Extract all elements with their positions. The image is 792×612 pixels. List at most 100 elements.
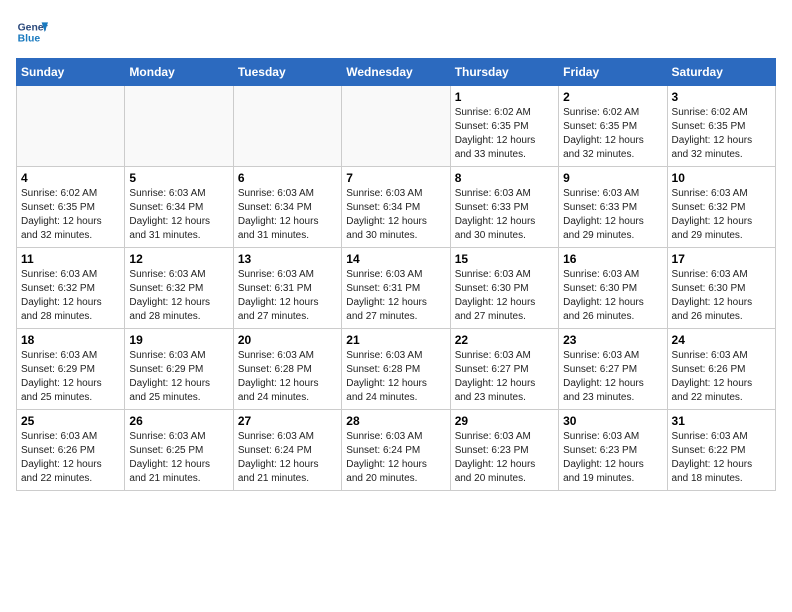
week-row-3: 11 Sunrise: 6:03 AM Sunset: 6:32 PM Dayli… (17, 248, 776, 329)
column-header-saturday: Saturday (667, 59, 775, 86)
day-number: 28 (346, 414, 445, 428)
day-info: Sunrise: 6:02 AM Sunset: 6:35 PM Dayligh… (672, 106, 771, 162)
day-number: 31 (672, 414, 771, 428)
day-number: 11 (21, 252, 120, 266)
day-cell: 18 Sunrise: 6:03 AM Sunset: 6:29 PM Dayli… (17, 329, 125, 410)
day-number: 9 (563, 171, 662, 185)
logo: General Blue (16, 16, 48, 48)
day-cell: 9 Sunrise: 6:03 AM Sunset: 6:33 PM Daylig… (559, 167, 667, 248)
day-number: 21 (346, 333, 445, 347)
column-header-sunday: Sunday (17, 59, 125, 86)
day-info: Sunrise: 6:03 AM Sunset: 6:32 PM Dayligh… (672, 187, 771, 243)
day-info: Sunrise: 6:03 AM Sunset: 6:34 PM Dayligh… (129, 187, 228, 243)
day-cell: 16 Sunrise: 6:03 AM Sunset: 6:30 PM Dayli… (559, 248, 667, 329)
day-number: 27 (238, 414, 337, 428)
day-number: 16 (563, 252, 662, 266)
day-info: Sunrise: 6:03 AM Sunset: 6:24 PM Dayligh… (346, 430, 445, 486)
day-info: Sunrise: 6:03 AM Sunset: 6:28 PM Dayligh… (346, 349, 445, 405)
day-number: 22 (455, 333, 554, 347)
day-cell: 26 Sunrise: 6:03 AM Sunset: 6:25 PM Dayli… (125, 410, 233, 491)
day-number: 25 (21, 414, 120, 428)
day-number: 14 (346, 252, 445, 266)
day-info: Sunrise: 6:03 AM Sunset: 6:30 PM Dayligh… (455, 268, 554, 324)
day-cell: 13 Sunrise: 6:03 AM Sunset: 6:31 PM Dayli… (233, 248, 341, 329)
week-row-4: 18 Sunrise: 6:03 AM Sunset: 6:29 PM Dayli… (17, 329, 776, 410)
week-row-5: 25 Sunrise: 6:03 AM Sunset: 6:26 PM Dayli… (17, 410, 776, 491)
day-info: Sunrise: 6:03 AM Sunset: 6:26 PM Dayligh… (21, 430, 120, 486)
page-header: General Blue (16, 16, 776, 48)
week-row-1: 1 Sunrise: 6:02 AM Sunset: 6:35 PM Daylig… (17, 86, 776, 167)
column-header-friday: Friday (559, 59, 667, 86)
day-cell: 6Sunrise: 6:03 AM Sunset: 6:34 PM Daylig… (233, 167, 341, 248)
day-cell: 3 Sunrise: 6:02 AM Sunset: 6:35 PM Daylig… (667, 86, 775, 167)
column-header-tuesday: Tuesday (233, 59, 341, 86)
day-number: 18 (21, 333, 120, 347)
day-cell: 22 Sunrise: 6:03 AM Sunset: 6:27 PM Dayli… (450, 329, 558, 410)
day-cell: 15 Sunrise: 6:03 AM Sunset: 6:30 PM Dayli… (450, 248, 558, 329)
day-info: Sunrise: 6:03 AM Sunset: 6:29 PM Dayligh… (129, 349, 228, 405)
day-info: Sunrise: 6:02 AM Sunset: 6:35 PM Dayligh… (455, 106, 554, 162)
day-info: Sunrise: 6:03 AM Sunset: 6:22 PM Dayligh… (672, 430, 771, 486)
day-info: Sunrise: 6:03 AM Sunset: 6:27 PM Dayligh… (455, 349, 554, 405)
day-cell: 25 Sunrise: 6:03 AM Sunset: 6:26 PM Dayli… (17, 410, 125, 491)
day-cell: 24 Sunrise: 6:03 AM Sunset: 6:26 PM Dayli… (667, 329, 775, 410)
day-cell: 12Sunrise: 6:03 AM Sunset: 6:32 PM Dayli… (125, 248, 233, 329)
day-info: Sunrise: 6:03 AM Sunset: 6:31 PM Dayligh… (346, 268, 445, 324)
day-number: 5 (129, 171, 228, 185)
day-info: Sunrise: 6:03 AM Sunset: 6:30 PM Dayligh… (672, 268, 771, 324)
day-info: Sunrise: 6:03 AM Sunset: 6:27 PM Dayligh… (563, 349, 662, 405)
day-cell (17, 86, 125, 167)
day-number: 15 (455, 252, 554, 266)
day-number: 7 (346, 171, 445, 185)
column-header-wednesday: Wednesday (342, 59, 450, 86)
day-cell: 5 Sunrise: 6:03 AM Sunset: 6:34 PM Daylig… (125, 167, 233, 248)
day-cell: 11 Sunrise: 6:03 AM Sunset: 6:32 PM Dayli… (17, 248, 125, 329)
day-info: Sunrise: 6:02 AM Sunset: 6:35 PM Dayligh… (21, 187, 120, 243)
day-info: Sunrise: 6:03 AM Sunset: 6:33 PM Dayligh… (563, 187, 662, 243)
day-info: Sunrise: 6:03 AM Sunset: 6:29 PM Dayligh… (21, 349, 120, 405)
svg-text:Blue: Blue (18, 34, 41, 45)
day-cell: 4 Sunrise: 6:02 AM Sunset: 6:35 PM Daylig… (17, 167, 125, 248)
day-info: Sunrise: 6:03 AM Sunset: 6:24 PM Dayligh… (238, 430, 337, 486)
day-number: 23 (563, 333, 662, 347)
day-cell (233, 86, 341, 167)
day-info: Sunrise: 6:03 AM Sunset: 6:32 PM Dayligh… (129, 268, 228, 324)
day-number: 10 (672, 171, 771, 185)
day-cell: 29Sunrise: 6:03 AM Sunset: 6:23 PM Dayli… (450, 410, 558, 491)
day-cell: 23 Sunrise: 6:03 AM Sunset: 6:27 PM Dayli… (559, 329, 667, 410)
day-number: 4 (21, 171, 120, 185)
day-cell: 19Sunrise: 6:03 AM Sunset: 6:29 PM Dayli… (125, 329, 233, 410)
column-header-thursday: Thursday (450, 59, 558, 86)
day-info: Sunrise: 6:03 AM Sunset: 6:34 PM Dayligh… (346, 187, 445, 243)
day-cell: 14 Sunrise: 6:03 AM Sunset: 6:31 PM Dayli… (342, 248, 450, 329)
day-info: Sunrise: 6:03 AM Sunset: 6:34 PM Dayligh… (238, 187, 337, 243)
day-number: 3 (672, 90, 771, 104)
day-info: Sunrise: 6:02 AM Sunset: 6:35 PM Dayligh… (563, 106, 662, 162)
day-info: Sunrise: 6:03 AM Sunset: 6:25 PM Dayligh… (129, 430, 228, 486)
day-number: 2 (563, 90, 662, 104)
day-number: 20 (238, 333, 337, 347)
day-cell: 27 Sunrise: 6:03 AM Sunset: 6:24 PM Dayli… (233, 410, 341, 491)
day-cell (125, 86, 233, 167)
day-info: Sunrise: 6:03 AM Sunset: 6:23 PM Dayligh… (455, 430, 554, 486)
day-cell: 1 Sunrise: 6:02 AM Sunset: 6:35 PM Daylig… (450, 86, 558, 167)
day-cell: 31 Sunrise: 6:03 AM Sunset: 6:22 PM Dayli… (667, 410, 775, 491)
day-cell: 21 Sunrise: 6:03 AM Sunset: 6:28 PM Dayli… (342, 329, 450, 410)
day-info: Sunrise: 6:03 AM Sunset: 6:33 PM Dayligh… (455, 187, 554, 243)
day-cell: 20Sunrise: 6:03 AM Sunset: 6:28 PM Dayli… (233, 329, 341, 410)
calendar-header-row: SundayMondayTuesdayWednesdayThursdayFrid… (17, 59, 776, 86)
day-cell: 30Sunrise: 6:03 AM Sunset: 6:23 PM Dayli… (559, 410, 667, 491)
day-cell: 2 Sunrise: 6:02 AM Sunset: 6:35 PM Daylig… (559, 86, 667, 167)
day-cell (342, 86, 450, 167)
day-info: Sunrise: 6:03 AM Sunset: 6:32 PM Dayligh… (21, 268, 120, 324)
day-number: 8 (455, 171, 554, 185)
day-number: 1 (455, 90, 554, 104)
day-number: 24 (672, 333, 771, 347)
day-number: 13 (238, 252, 337, 266)
day-info: Sunrise: 6:03 AM Sunset: 6:31 PM Dayligh… (238, 268, 337, 324)
day-info: Sunrise: 6:03 AM Sunset: 6:26 PM Dayligh… (672, 349, 771, 405)
logo-icon: General Blue (16, 16, 48, 48)
day-number: 17 (672, 252, 771, 266)
day-number: 26 (129, 414, 228, 428)
day-info: Sunrise: 6:03 AM Sunset: 6:30 PM Dayligh… (563, 268, 662, 324)
